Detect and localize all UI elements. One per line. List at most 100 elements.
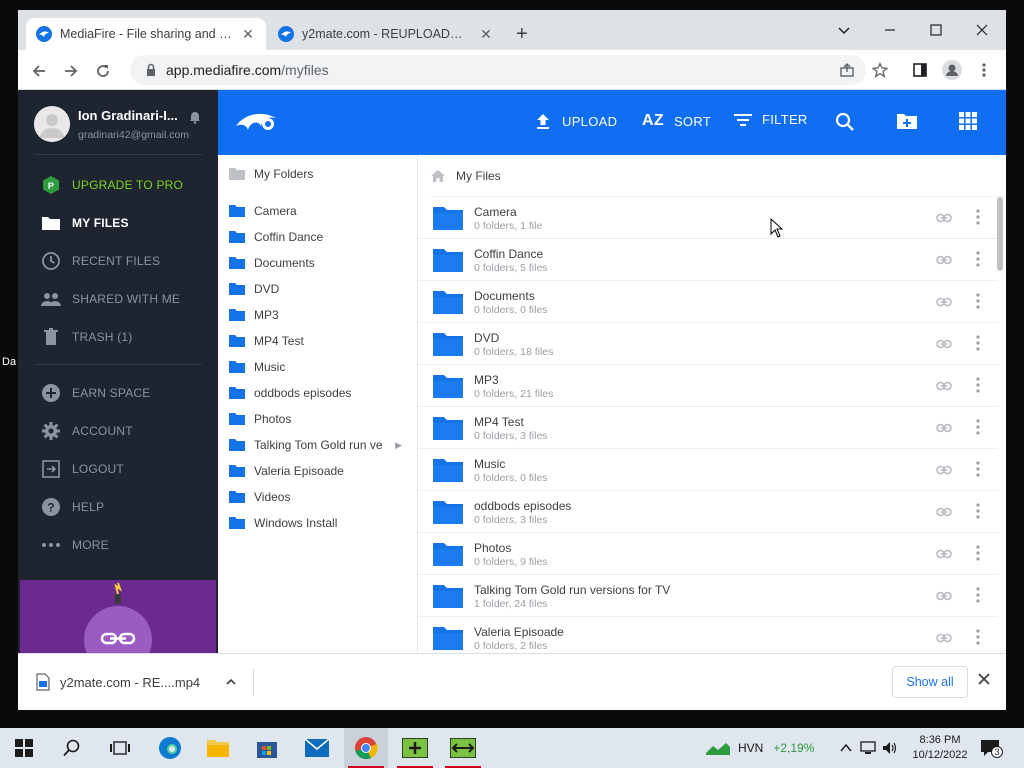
bell-icon[interactable] <box>188 110 202 129</box>
folder-tree-item[interactable]: Music <box>228 357 408 377</box>
folder-tree-item[interactable]: DVD <box>228 279 408 299</box>
chrome-menu-icon[interactable] <box>973 59 995 81</box>
taskbar-search-button[interactable] <box>50 728 94 768</box>
folder-tree-item[interactable]: Windows Install <box>228 513 408 533</box>
file-row[interactable]: MP4 Test 0 folders, 3 files <box>418 407 998 449</box>
chevron-up-icon[interactable] <box>840 743 852 753</box>
side-panel-icon[interactable] <box>909 59 931 81</box>
link-icon[interactable] <box>936 504 952 522</box>
network-icon[interactable] <box>860 741 876 755</box>
bookmark-star-icon[interactable] <box>869 59 891 81</box>
home-icon[interactable] <box>430 169 446 183</box>
folder-tree-item[interactable]: Photos <box>228 409 408 429</box>
scrollbar-thumb[interactable] <box>997 197 1003 271</box>
file-row[interactable]: Music 0 folders, 0 files <box>418 449 998 491</box>
file-row[interactable]: oddbods episodes 0 folders, 3 files <box>418 491 998 533</box>
taskbar-mail[interactable] <box>295 728 339 768</box>
file-row[interactable]: Photos 0 folders, 9 files <box>418 533 998 575</box>
tab-close-icon[interactable]: ✕ <box>240 26 256 43</box>
new-folder-button[interactable] <box>896 112 928 130</box>
download-item[interactable]: y2mate.com - RE....mp4 <box>36 668 254 696</box>
folder-tree-item[interactable]: Camera <box>228 201 408 221</box>
more-options-icon[interactable] <box>976 461 980 482</box>
tab-y2mate[interactable]: y2mate.com - REUPLOADMădălina ✕ <box>268 18 504 50</box>
profile-avatar-icon[interactable] <box>941 59 963 81</box>
folder-tree-header[interactable]: My Folders <box>228 167 313 181</box>
share-icon[interactable] <box>836 59 858 81</box>
sidebar-item-trash[interactable]: TRASH (1) <box>40 326 210 348</box>
folder-tree-item[interactable]: Talking Tom Gold run ve ▶ <box>228 435 408 455</box>
folder-tree-item[interactable]: MP3 <box>228 305 408 325</box>
link-icon[interactable] <box>936 252 952 270</box>
scrollbar[interactable] <box>996 197 1004 653</box>
close-download-shelf-icon[interactable] <box>978 672 990 690</box>
task-view-button[interactable] <box>98 728 142 768</box>
back-arrow-icon[interactable] <box>26 58 52 84</box>
sidebar-item-shared[interactable]: SHARED WITH ME <box>40 288 210 310</box>
folder-tree-item[interactable]: Valeria Episoade <box>228 461 408 481</box>
file-row[interactable]: Documents 0 folders, 0 files <box>418 281 998 323</box>
expand-arrow-icon[interactable]: ▶ <box>395 440 402 451</box>
filter-button[interactable]: FILTER <box>734 112 808 127</box>
taskbar-app-green-plus[interactable] <box>393 728 437 768</box>
link-icon[interactable] <box>936 546 952 564</box>
taskbar-edge[interactable] <box>148 728 192 768</box>
show-all-button[interactable]: Show all <box>892 666 968 698</box>
sidebar-item-my-files[interactable]: MY FILES <box>40 212 210 234</box>
taskbar-chrome[interactable] <box>344 728 388 768</box>
mediafire-logo-icon[interactable] <box>234 110 280 141</box>
folder-tree-item[interactable]: Videos <box>228 487 408 507</box>
sidebar-item-logout[interactable]: LOGOUT <box>40 458 210 480</box>
chevron-up-icon[interactable] <box>225 676 237 688</box>
sidebar-item-recent-files[interactable]: RECENT FILES <box>40 250 210 272</box>
link-icon[interactable] <box>936 294 952 312</box>
clock[interactable]: 8:36 PM 10/12/2022 <box>910 728 970 768</box>
file-row[interactable]: Camera 0 folders, 1 file <box>418 197 998 239</box>
sidebar-item-more[interactable]: MORE <box>40 534 210 556</box>
sidebar-item-upgrade[interactable]: P UPGRADE TO PRO <box>40 174 210 196</box>
avatar[interactable] <box>34 106 70 142</box>
link-icon[interactable] <box>936 630 952 648</box>
close-window-icon[interactable] <box>962 16 1002 44</box>
more-options-icon[interactable] <box>976 629 980 650</box>
link-icon[interactable] <box>936 588 952 606</box>
folder-tree-item[interactable]: MP4 Test <box>228 331 408 351</box>
file-row[interactable]: MP3 0 folders, 21 files <box>418 365 998 407</box>
promo-banner[interactable] <box>20 580 216 653</box>
sidebar-item-account[interactable]: ACCOUNT <box>40 420 210 442</box>
folder-tree-item[interactable]: oddbods episodes <box>228 383 408 403</box>
taskbar-file-explorer[interactable] <box>196 728 240 768</box>
volume-icon[interactable] <box>882 741 898 755</box>
link-icon[interactable] <box>936 336 952 354</box>
desktop-icon-label[interactable]: Da <box>2 356 16 368</box>
user-profile[interactable]: Ion Gradinari-I... gradinari42@gmail.com <box>34 106 189 142</box>
tab-close-icon[interactable]: ✕ <box>478 26 494 43</box>
upload-button[interactable]: UPLOAD <box>534 112 617 130</box>
more-options-icon[interactable] <box>976 587 980 608</box>
sidebar-item-earn-space[interactable]: EARN SPACE <box>40 382 210 404</box>
maximize-icon[interactable] <box>916 16 956 44</box>
taskbar-app-green-arrows[interactable] <box>441 728 485 768</box>
reload-icon[interactable] <box>90 58 116 84</box>
tab-mediafire[interactable]: MediaFire - File sharing and storage ✕ <box>26 18 266 50</box>
more-options-icon[interactable] <box>976 335 980 356</box>
folder-tree-item[interactable]: Documents <box>228 253 408 273</box>
forward-arrow-icon[interactable] <box>58 58 84 84</box>
stock-widget[interactable]: HVN +2,19% <box>706 728 814 768</box>
search-button[interactable] <box>835 112 865 132</box>
grid-view-button[interactable] <box>959 112 987 130</box>
more-options-icon[interactable] <box>976 419 980 440</box>
file-row[interactable]: Talking Tom Gold run versions for TV 1 fo… <box>418 575 998 617</box>
file-row[interactable]: DVD 0 folders, 18 files <box>418 323 998 365</box>
more-options-icon[interactable] <box>976 209 980 230</box>
link-icon[interactable] <box>936 210 952 228</box>
folder-tree-item[interactable]: Coffin Dance <box>228 227 408 247</box>
new-tab-button[interactable]: + <box>516 24 528 44</box>
more-options-icon[interactable] <box>976 377 980 398</box>
link-icon[interactable] <box>936 420 952 438</box>
sidebar-item-help[interactable]: ? HELP <box>40 496 210 518</box>
start-button[interactable] <box>2 728 46 768</box>
more-options-icon[interactable] <box>976 545 980 566</box>
link-icon[interactable] <box>936 378 952 396</box>
notifications-button[interactable]: 3 <box>980 728 1003 768</box>
